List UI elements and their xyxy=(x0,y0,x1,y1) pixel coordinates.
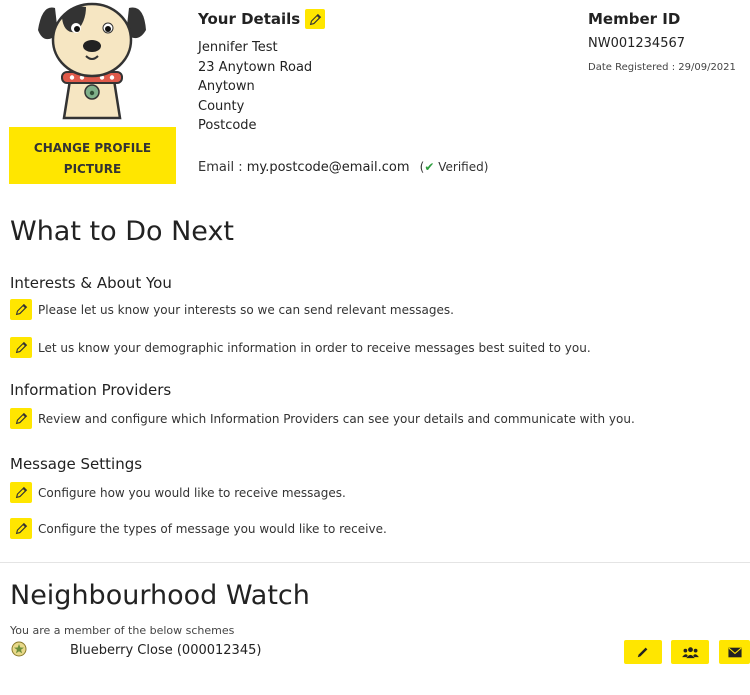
email-value: my.postcode@email.com xyxy=(246,160,410,175)
pencil-icon xyxy=(15,412,27,425)
details-heading: Your Details xyxy=(198,8,326,30)
pencil-icon xyxy=(637,647,648,658)
task-label: Configure how you would like to receive … xyxy=(38,485,346,500)
edit-providers-button[interactable] xyxy=(10,408,32,429)
member-info: Member ID NW001234567 Date Registered : … xyxy=(588,8,736,73)
address-town: Anytown xyxy=(198,79,255,94)
schemes-subtitle: You are a member of the below schemes xyxy=(10,624,235,637)
neighbourhood-watch-title: Neighbourhood Watch xyxy=(10,580,310,611)
address-line1: 23 Anytown Road xyxy=(198,59,313,75)
pencil-icon xyxy=(15,522,27,535)
section-heading-providers: Information Providers xyxy=(10,381,172,399)
task-interests[interactable]: Please let us know your interests so we … xyxy=(10,299,454,320)
section-heading-interests: Interests & About You xyxy=(10,274,172,292)
section-divider xyxy=(0,562,750,563)
scheme-name[interactable]: Blueberry Close (000012345) xyxy=(70,643,261,658)
details-title: Your Details xyxy=(198,10,301,28)
task-label: Configure the types of message you would… xyxy=(38,521,387,536)
pencil-icon xyxy=(15,486,27,499)
task-demographics[interactable]: Let us know your demographic information… xyxy=(10,337,591,358)
email-label: Email : xyxy=(198,160,247,175)
address-block: Jennifer Test 23 Anytown Road Anytown Co… xyxy=(198,38,325,136)
edit-interests-button[interactable] xyxy=(10,299,32,320)
edit-message-types-button[interactable] xyxy=(10,518,32,539)
task-message-types[interactable]: Configure the types of message you would… xyxy=(10,518,387,539)
avatar xyxy=(22,0,162,122)
scheme-members-button[interactable] xyxy=(671,640,709,664)
envelope-icon xyxy=(727,647,742,657)
message-scheme-button[interactable] xyxy=(719,640,750,664)
task-label: Please let us know your interests so we … xyxy=(38,302,454,317)
task-providers[interactable]: Review and configure which Information P… xyxy=(10,408,635,429)
edit-scheme-button[interactable] xyxy=(624,640,662,664)
member-id-title: Member ID xyxy=(588,10,681,28)
pencil-icon xyxy=(15,341,27,354)
pencil-icon xyxy=(309,13,321,25)
scheme-badge-icon xyxy=(11,641,27,657)
task-label: Let us know your demographic information… xyxy=(38,340,591,355)
edit-receive-method-button[interactable] xyxy=(10,482,32,503)
check-icon: ✔ xyxy=(424,160,435,174)
section-heading-message-settings: Message Settings xyxy=(10,455,143,473)
email-row: Email : my.postcode@email.com (✔ Verifie… xyxy=(198,160,488,175)
task-label: Review and configure which Information P… xyxy=(38,411,635,426)
your-details: Your Details Jennifer Test 23 Anytown Ro… xyxy=(198,8,326,136)
edit-details-button[interactable] xyxy=(305,9,326,29)
edit-demographics-button[interactable] xyxy=(10,337,32,358)
people-icon xyxy=(681,646,699,658)
member-id-value: NW001234567 xyxy=(588,36,686,51)
address-county: County xyxy=(198,98,245,114)
date-registered: Date Registered : 29/09/2021 xyxy=(588,62,736,73)
what-to-do-next-title: What to Do Next xyxy=(10,216,235,247)
verified-label: Verified xyxy=(438,160,484,174)
pencil-icon xyxy=(15,303,27,316)
address-postcode: Postcode xyxy=(198,118,257,133)
task-receive-method[interactable]: Configure how you would like to receive … xyxy=(10,482,346,503)
verified-badge: (✔ Verified) xyxy=(419,160,489,174)
change-profile-picture-button[interactable]: CHANGE PROFILE PICTURE xyxy=(9,127,176,184)
member-name: Jennifer Test xyxy=(198,40,278,55)
